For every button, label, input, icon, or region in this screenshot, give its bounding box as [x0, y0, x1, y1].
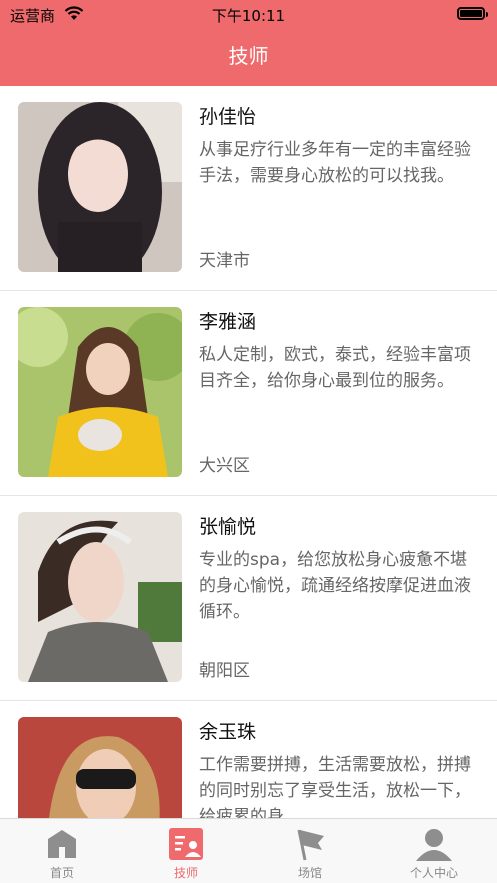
technician-area: 朝阳区 [199, 661, 250, 681]
technician-description: 私人定制，欧式，泰式，经验丰富项目齐全，给你身心最到位的服务。 [199, 345, 471, 391]
technician-name: 李雅涵 [199, 311, 257, 333]
tab-bar: 首页 技师 场馆 个人中心 [0, 818, 497, 883]
technician-card[interactable]: 张愉悦 专业的spa，给您放松身心疲惫不堪的身心愉悦，疏通经络按摩促进血液循环。… [0, 496, 497, 701]
home-icon [48, 830, 76, 858]
technician-description: 从事足疗行业多年有一定的丰富经验手法，需要身心放松的可以找我。 [199, 140, 471, 186]
page-title: 技师 [228, 44, 269, 68]
technician-photo [18, 512, 182, 682]
person-icon [416, 829, 452, 861]
technician-card[interactable]: 李雅涵 私人定制，欧式，泰式，经验丰富项目齐全，给你身心最到位的服务。 大兴区 [0, 291, 497, 496]
tab-home[interactable]: 首页 [0, 819, 124, 883]
tab-technician[interactable]: 技师 [124, 819, 248, 883]
technician-description: 工作需要拼搏，生活需要放松，拼搏的同时别忘了享受生活，放松一下，给疲累的身... [199, 755, 471, 818]
nav-bar: 技师 [0, 28, 497, 86]
tab-label: 场馆 [297, 866, 322, 880]
technician-description: 专业的spa，给您放松身心疲惫不堪的身心愉悦，疏通经络按摩促进血液循环。 [199, 550, 471, 622]
tab-label: 个人中心 [409, 866, 458, 880]
technician-area: 大兴区 [199, 456, 250, 476]
technician-area: 天津市 [199, 251, 250, 271]
technician-name: 张愉悦 [199, 516, 257, 538]
tab-label: 技师 [173, 866, 198, 880]
battery-icon [457, 7, 488, 20]
technician-name: 余玉珠 [199, 721, 257, 743]
flag-icon [297, 829, 324, 861]
tab-profile[interactable]: 个人中心 [372, 819, 496, 883]
technician-icon [169, 828, 203, 860]
technician-card[interactable]: 孙佳怡 从事足疗行业多年有一定的丰富经验手法，需要身心放松的可以找我。 天津市 [0, 86, 497, 291]
technician-photo [18, 102, 182, 272]
status-bar: 运营商 下午10:11 [0, 0, 497, 28]
technician-card[interactable]: 余玉珠 工作需要拼搏，生活需要放松，拼搏的同时别忘了享受生活，放松一下，给疲累的… [0, 701, 497, 818]
technician-name: 孙佳怡 [199, 106, 257, 128]
tab-venue[interactable]: 场馆 [248, 819, 372, 883]
technician-photo [18, 307, 182, 477]
technician-photo [18, 717, 182, 818]
clock: 下午10:11 [211, 7, 286, 25]
technician-list[interactable]: 孙佳怡 从事足疗行业多年有一定的丰富经验手法，需要身心放松的可以找我。 天津市 … [0, 86, 497, 818]
tab-label: 首页 [49, 866, 74, 880]
